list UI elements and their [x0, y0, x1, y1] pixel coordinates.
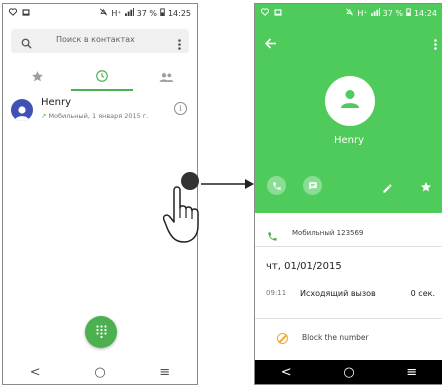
- contact-search-bar[interactable]: Поиск в контактах: [11, 29, 189, 53]
- phone-number-row[interactable]: Мобильный 123569: [255, 220, 442, 247]
- navigation-bar: < ○ ≡: [3, 360, 197, 384]
- avatar: [11, 99, 33, 121]
- status-bar: H⁺ 37 % 14:25: [3, 4, 197, 22]
- dialpad-icon: [95, 323, 107, 342]
- overflow-menu-icon[interactable]: [434, 35, 437, 54]
- call-time: 09:11: [266, 289, 287, 297]
- battery-percent: 37 %: [136, 8, 157, 18]
- right-phone-screen: H⁺ 37 % 14:24 Henry Мобильный 123569 чт,…: [254, 3, 442, 385]
- outgoing-arrow-icon: ↗: [41, 112, 47, 120]
- signal-icon: [370, 8, 380, 18]
- call-duration: 0 сек.: [410, 289, 435, 298]
- star-icon: [31, 68, 44, 87]
- call-detail-text: Мобильный, 1 января 2015 г.: [48, 112, 149, 120]
- block-number-label: Block the number: [302, 333, 369, 342]
- phone-icon: [267, 227, 278, 246]
- battery-percent: 37 %: [382, 8, 403, 18]
- call-type: Исходящий вызов: [300, 289, 376, 298]
- people-icon: [159, 68, 174, 87]
- divider: [255, 318, 442, 319]
- network-type: H⁺: [111, 8, 122, 18]
- tab-contacts[interactable]: [134, 64, 197, 90]
- battery-icon: [406, 8, 411, 18]
- edit-icon[interactable]: [382, 179, 393, 198]
- heart-icon: [260, 8, 270, 18]
- heart-icon: [8, 8, 18, 18]
- nav-home-button[interactable]: ○: [343, 365, 354, 380]
- signal-icon: [124, 8, 134, 18]
- nav-home-button[interactable]: ○: [94, 365, 105, 380]
- call-history-row: 09:11 Исходящий вызов 0 сек.: [255, 289, 442, 305]
- person-icon: [338, 87, 362, 115]
- status-bar: H⁺ 37 % 14:24: [255, 4, 442, 22]
- contact-name: Henry: [41, 97, 72, 108]
- tab-favorites[interactable]: [5, 64, 69, 90]
- nav-back-button[interactable]: <: [281, 365, 292, 380]
- phone-icon: [272, 176, 282, 195]
- message-icon: [308, 176, 318, 195]
- image-notification-icon: [22, 8, 30, 18]
- block-number-row[interactable]: Block the number: [255, 330, 442, 350]
- phone-number-label: Мобильный 123569: [292, 229, 364, 237]
- network-type: H⁺: [357, 8, 368, 18]
- dialpad-button[interactable]: [85, 316, 117, 348]
- nav-recents-button[interactable]: ≡: [406, 365, 417, 380]
- contact-header: H⁺ 37 % 14:24 Henry: [255, 4, 442, 213]
- nav-back-button[interactable]: <: [30, 365, 41, 380]
- star-icon[interactable]: [420, 178, 432, 197]
- call-detail: ↗ Мобильный, 1 января 2015 г.: [41, 112, 148, 120]
- contact-name: Henry: [333, 135, 365, 146]
- back-arrow-icon[interactable]: [264, 34, 277, 53]
- message-button[interactable]: [303, 176, 322, 195]
- info-icon[interactable]: i: [174, 102, 187, 115]
- clock-icon: [95, 68, 109, 87]
- clock-time: 14:24: [413, 8, 437, 18]
- block-icon: [277, 333, 288, 344]
- search-icon[interactable]: [21, 34, 32, 53]
- call-date-heading: чт, 01/01/2015: [266, 261, 342, 272]
- mute-icon: [99, 8, 108, 18]
- active-tab-indicator: [71, 89, 133, 91]
- image-notification-icon: [274, 8, 282, 18]
- recent-call-row[interactable]: Henry ↗ Мобильный, 1 января 2015 г. i: [3, 94, 197, 128]
- call-button[interactable]: [267, 176, 286, 195]
- clock-time: 14:25: [167, 8, 191, 18]
- nav-recents-button[interactable]: ≡: [159, 365, 170, 380]
- dialer-tabs: [3, 64, 197, 92]
- contact-avatar: [325, 76, 375, 126]
- battery-icon: [160, 8, 165, 18]
- tab-recent[interactable]: [70, 64, 134, 90]
- arrow-right-icon: [201, 175, 255, 194]
- navigation-bar: < ○ ≡: [255, 360, 442, 384]
- search-placeholder[interactable]: Поиск в контактах: [56, 35, 135, 44]
- mute-icon: [345, 8, 354, 18]
- overflow-menu-icon[interactable]: [178, 35, 181, 54]
- pointing-hand-icon: [162, 184, 202, 248]
